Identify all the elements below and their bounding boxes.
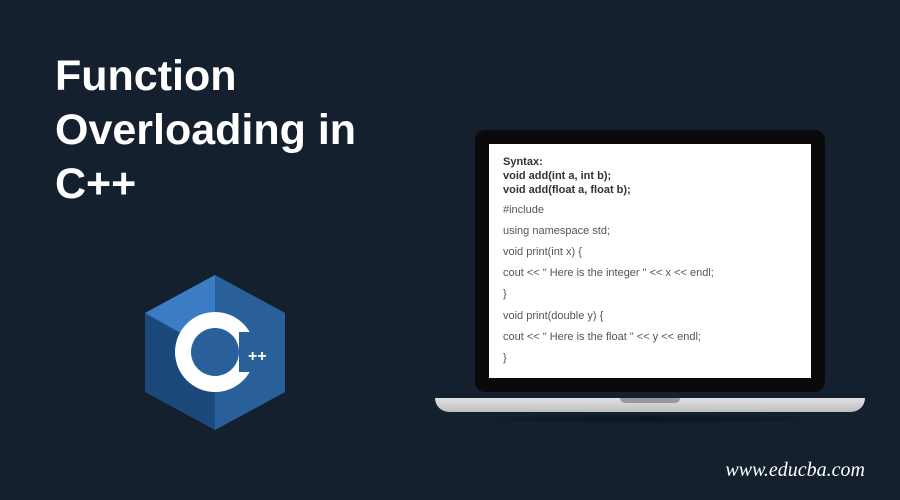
laptop-illustration: Syntax: void add(int a, int b); void add… bbox=[435, 130, 865, 430]
code-proto-1: void add(int a, int b); bbox=[503, 170, 797, 183]
code-line-3: void print(int x) { bbox=[503, 246, 797, 259]
laptop-shadow bbox=[460, 414, 840, 424]
code-line-6: void print(double y) { bbox=[503, 310, 797, 323]
svg-text:++: ++ bbox=[248, 348, 267, 365]
title-line-3: C++ bbox=[55, 158, 356, 212]
code-line-4: cout << " Here is the integer " << x << … bbox=[503, 267, 797, 280]
code-line-1: #include bbox=[503, 204, 797, 217]
footer-url: www.educba.com bbox=[725, 459, 865, 482]
laptop-frame: Syntax: void add(int a, int b); void add… bbox=[475, 130, 825, 392]
code-line-5: } bbox=[503, 288, 797, 301]
code-screen: Syntax: void add(int a, int b); void add… bbox=[489, 144, 811, 378]
code-line-8: } bbox=[503, 352, 797, 365]
code-proto-2: void add(float a, float b); bbox=[503, 184, 797, 197]
page-title: Function Overloading in C++ bbox=[55, 50, 356, 211]
laptop-base bbox=[435, 398, 865, 412]
code-line-7: cout << " Here is the float " << y << en… bbox=[503, 331, 797, 344]
syntax-label: Syntax: bbox=[503, 156, 797, 169]
laptop-notch bbox=[620, 398, 680, 403]
cpp-hexagon-icon: ++ bbox=[145, 275, 285, 430]
cpp-logo: ++ bbox=[145, 275, 285, 430]
title-line-2: Overloading in bbox=[55, 104, 356, 158]
code-line-2: using namespace std; bbox=[503, 225, 797, 238]
title-line-1: Function bbox=[55, 50, 356, 104]
